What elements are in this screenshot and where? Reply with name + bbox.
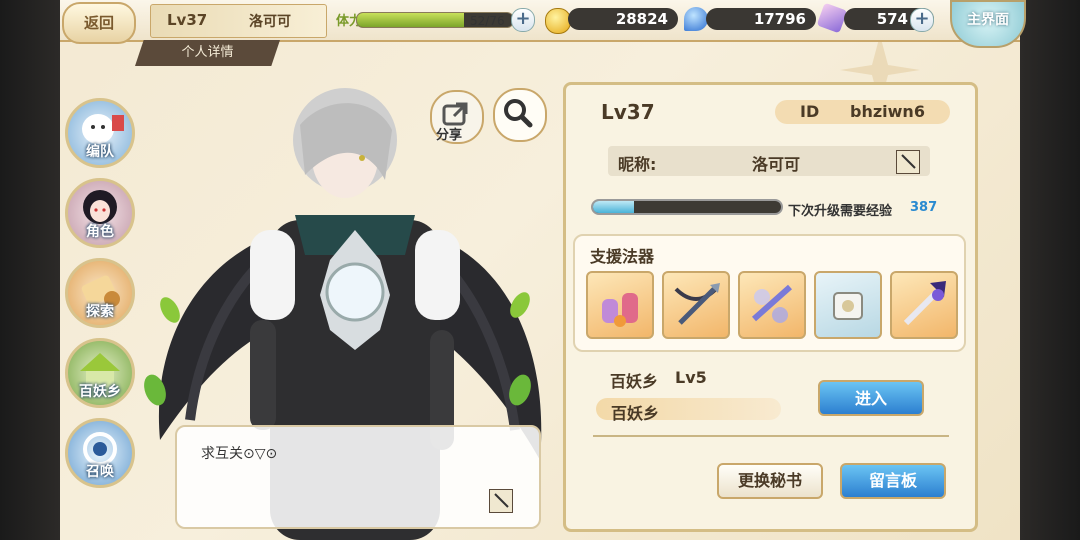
nav-label: 召唤 — [86, 464, 114, 480]
edit-nickname-icon[interactable] — [896, 150, 920, 174]
share-label: 分享 — [436, 128, 463, 143]
player-level: Lv37 — [167, 11, 208, 29]
main-menu-label: 主界面 — [967, 12, 1009, 28]
search-button[interactable] — [493, 88, 547, 142]
edit-signature-icon[interactable] — [489, 489, 513, 513]
soul-amount: 17796 — [706, 8, 816, 30]
profile-screen: 返回 Lv37 洛可可 个人详情 体力 52/76 + 28824 17796 … — [0, 0, 1080, 540]
artifact-card-crossbow[interactable] — [662, 271, 730, 339]
crossbow-icon — [674, 283, 720, 325]
change-secretary-button[interactable]: 更换秘书 — [717, 463, 823, 499]
nickname-value: 洛可可 — [752, 155, 801, 174]
exp-value: 387 — [910, 200, 938, 215]
tab-personal-details[interactable]: 个人详情 — [135, 40, 280, 66]
secretary-label: 更换秘书 — [737, 471, 802, 490]
stamina-fill — [357, 13, 464, 27]
artifact-card-sword[interactable] — [890, 271, 958, 339]
right-border — [1020, 0, 1080, 540]
id-label: ID — [800, 102, 820, 121]
spirit-blade-icon — [752, 284, 792, 323]
nav-village-button[interactable]: 百妖乡 — [65, 338, 135, 408]
village-bar-text: 百妖乡 — [611, 404, 660, 423]
profile-level: Lv37 — [601, 100, 655, 124]
soul-flame-icon — [684, 7, 708, 31]
artifact-card-bell[interactable] — [814, 271, 882, 339]
player-level-box: Lv37 洛可可 — [150, 4, 327, 38]
support-title: 支援法器 — [590, 247, 655, 266]
exp-label: 下次升级需要经验 — [788, 204, 893, 219]
back-label: 返回 — [83, 14, 114, 32]
nav-explore-button[interactable]: 探索 — [65, 258, 135, 328]
magnifier-icon — [504, 99, 533, 128]
divider — [593, 435, 949, 437]
add-gems-button[interactable]: + — [910, 8, 934, 32]
demon-sword-icon — [903, 281, 946, 326]
add-stamina-button[interactable]: + — [511, 8, 535, 32]
artifact-card-potion[interactable] — [586, 271, 654, 339]
exp-fill — [593, 201, 635, 213]
gold-coin-icon — [545, 8, 571, 34]
speech-bubble: 求互关⊙▽⊙ — [175, 425, 541, 529]
artifact-card-blade[interactable] — [738, 271, 806, 339]
left-nav: 编队 角色 探索 百妖乡 召唤 — [62, 98, 138, 498]
village-level: Lv5 — [675, 368, 707, 387]
id-value: bhziwn6 — [850, 102, 925, 121]
main-menu-button[interactable]: 主界面 — [950, 0, 1026, 48]
nav-summon-button[interactable]: 召唤 — [65, 418, 135, 488]
nav-label: 角色 — [86, 224, 114, 240]
nav-team-button[interactable]: 编队 — [65, 98, 135, 168]
potion-bottles-icon — [602, 293, 638, 327]
message-board-button[interactable]: 留言板 — [840, 463, 946, 499]
message-label: 留言板 — [868, 471, 917, 490]
nav-character-button[interactable]: 角色 — [65, 178, 135, 248]
nav-label: 编队 — [86, 144, 114, 160]
gold-amount: 28824 — [568, 8, 678, 30]
enter-village-button[interactable]: 进入 — [818, 380, 924, 416]
left-border — [0, 0, 60, 540]
player-name: 洛可可 — [249, 14, 291, 30]
bell-lantern-icon — [833, 292, 863, 320]
village-name: 百妖乡 — [610, 372, 659, 391]
bubble-text: 求互关⊙▽⊙ — [201, 446, 278, 462]
nav-label: 探索 — [86, 304, 114, 320]
nickname-label: 昵称: — [618, 155, 657, 174]
exp-bar — [591, 199, 783, 215]
stamina-value: 52/76 — [470, 14, 505, 28]
back-button[interactable]: 返回 — [62, 2, 136, 44]
nav-label: 百妖乡 — [79, 384, 121, 400]
enter-label: 进入 — [854, 389, 887, 408]
